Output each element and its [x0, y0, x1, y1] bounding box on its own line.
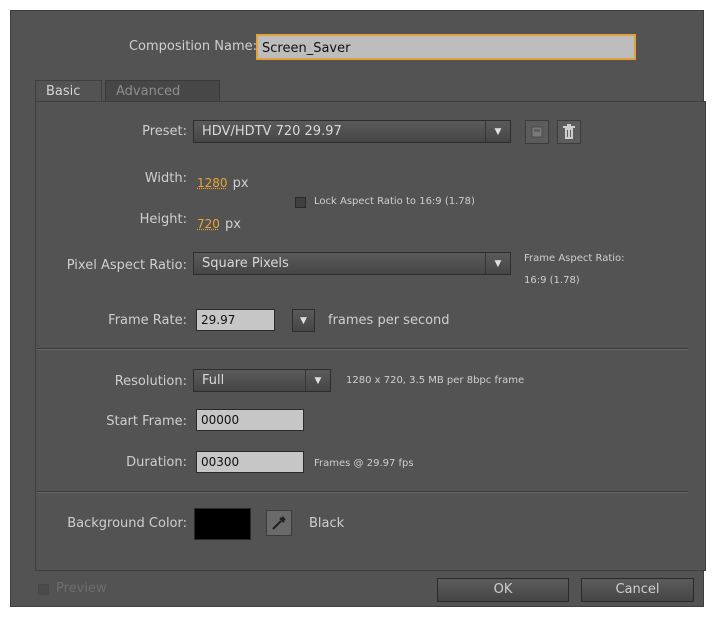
chevron-down-icon: ▼	[300, 315, 307, 326]
background-color-label: Background Color:	[67, 516, 187, 531]
frame-aspect-label: Frame Aspect Ratio:	[524, 253, 625, 264]
separator	[37, 491, 688, 493]
save-preset-button[interactable]	[525, 120, 549, 144]
duration-info: Frames @ 29.97 fps	[314, 458, 414, 469]
frame-rate-label: Frame Rate:	[108, 313, 187, 328]
resolution-label: Resolution:	[114, 374, 187, 389]
preview-label: Preview	[56, 581, 107, 596]
eyedropper-button[interactable]	[266, 510, 292, 536]
width-label: Width:	[144, 171, 187, 186]
height-label: Height:	[139, 212, 187, 227]
duration-label: Duration:	[126, 455, 187, 470]
start-frame-input[interactable]: 00000	[196, 409, 304, 431]
trash-icon	[563, 124, 575, 139]
background-color-name: Black	[309, 516, 345, 531]
composition-name-label: Composition Name:	[128, 39, 257, 54]
width-value[interactable]: 1280	[197, 176, 228, 190]
preview-checkbox[interactable]	[38, 584, 49, 595]
start-frame-label: Start Frame:	[106, 414, 187, 429]
pixel-aspect-value: Square Pixels	[202, 256, 289, 271]
frame-aspect-value: 16:9 (1.78)	[524, 275, 580, 286]
preset-dropdown[interactable]: HDV/HDTV 720 29.97 ▼	[193, 120, 511, 143]
pixel-aspect-label: Pixel Aspect Ratio:	[66, 258, 187, 273]
frame-rate-unit: frames per second	[328, 313, 450, 328]
composition-settings-dialog: Composition Name: Screen_Saver Basic Adv…	[10, 10, 706, 607]
lock-aspect-label: Lock Aspect Ratio to 16:9 (1.78)	[314, 196, 475, 207]
tab-basic[interactable]: Basic	[35, 80, 102, 102]
ok-button[interactable]: OK	[437, 578, 569, 602]
lock-aspect-checkbox[interactable]	[295, 197, 306, 208]
width-group: 1280 px	[197, 172, 249, 191]
frame-rate-input[interactable]: 29.97	[196, 309, 275, 331]
tab-advanced[interactable]: Advanced	[105, 80, 220, 102]
eyedropper-icon	[272, 516, 286, 530]
height-group: 720 px	[197, 213, 241, 232]
separator	[37, 348, 688, 350]
composition-name-input[interactable]: Screen_Saver	[256, 34, 636, 60]
width-unit: px	[232, 176, 249, 191]
resolution-dropdown[interactable]: Full ▼	[193, 369, 331, 392]
preset-label: Preset:	[142, 124, 187, 139]
duration-input[interactable]: 00300	[196, 451, 304, 473]
background-color-swatch[interactable]	[194, 508, 251, 540]
delete-preset-button[interactable]	[557, 120, 581, 144]
chevron-down-icon: ▼	[485, 121, 510, 142]
height-value[interactable]: 720	[197, 217, 220, 231]
resolution-info: 1280 x 720, 3.5 MB per 8bpc frame	[346, 375, 525, 386]
chevron-down-icon: ▼	[485, 253, 510, 274]
frame-rate-dropdown-button[interactable]: ▼	[292, 309, 315, 332]
resolution-value: Full	[202, 373, 225, 388]
save-preset-icon	[531, 126, 543, 138]
chevron-down-icon: ▼	[305, 370, 330, 391]
preset-value: HDV/HDTV 720 29.97	[202, 124, 342, 139]
cancel-button[interactable]: Cancel	[581, 578, 694, 602]
pixel-aspect-dropdown[interactable]: Square Pixels ▼	[193, 252, 511, 275]
height-unit: px	[225, 217, 241, 232]
